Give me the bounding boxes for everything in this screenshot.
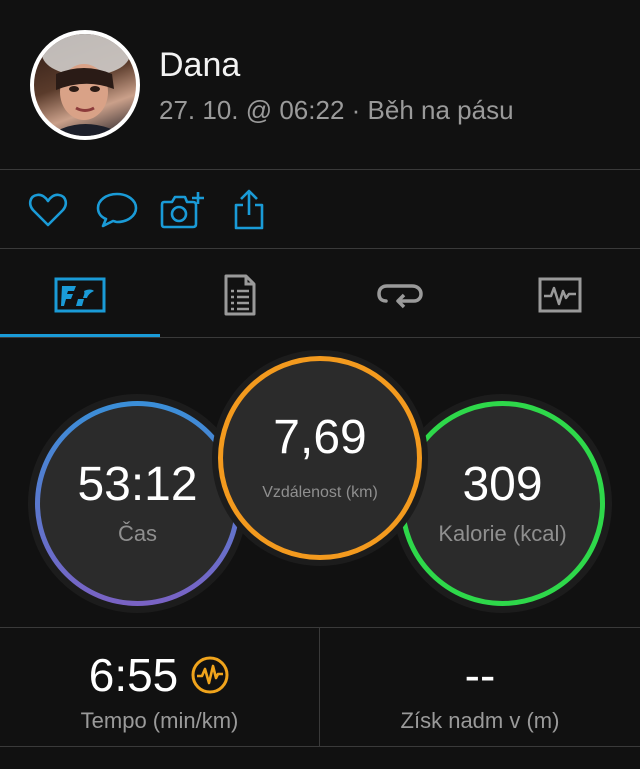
time-circle: 53:12 Čas: [35, 401, 240, 606]
elevation-value: --: [464, 649, 496, 701]
elevation-label: Získ nadm v (m): [400, 708, 560, 733]
tab-laps[interactable]: [320, 252, 480, 338]
time-label: Čas: [117, 520, 158, 546]
tab-stats[interactable]: [0, 252, 160, 338]
calories-value: 309: [462, 457, 543, 511]
like-button[interactable]: [25, 187, 71, 233]
divider: [0, 248, 640, 249]
divider: [0, 337, 640, 338]
pace-label: Tempo (min/km): [80, 708, 239, 733]
comment-button[interactable]: [94, 187, 140, 233]
tab-details[interactable]: [160, 252, 320, 338]
elevation-stat[interactable]: -- Získ nadm v (m): [320, 628, 640, 746]
avatar-photo: [34, 34, 136, 136]
avatar[interactable]: [30, 30, 140, 140]
activity-meta: 27. 10. @ 06:22 · Běh na pásu: [159, 95, 514, 125]
heart-icon: [28, 193, 68, 227]
tab-charts[interactable]: [480, 252, 640, 338]
pace-activity-icon: [191, 656, 229, 694]
calories-circle: 309 Kalorie (kcal): [400, 401, 605, 606]
distance-circle: 7,69 Vzdálenost (km): [218, 356, 422, 560]
laps-repeat-icon: [377, 284, 423, 309]
user-name[interactable]: Dana: [159, 46, 240, 85]
add-photo-button[interactable]: [160, 187, 206, 233]
share-button[interactable]: [226, 187, 272, 233]
share-icon: [234, 189, 264, 230]
distance-value: 7,69: [273, 411, 367, 464]
pace-value: 6:55: [88, 649, 179, 701]
stats-tab-icon: [54, 277, 106, 313]
distance-label: Vzdálenost (km): [262, 484, 378, 501]
calories-label: Kalorie (kcal): [438, 520, 567, 546]
time-value: 53:12: [77, 457, 198, 511]
add-photo-icon: [160, 192, 204, 229]
divider: [0, 746, 640, 747]
pace-stat[interactable]: 6:55 Tempo (min/km): [0, 628, 319, 746]
divider: [0, 169, 640, 170]
details-tab-icon: [224, 274, 256, 316]
comment-icon: [96, 192, 138, 228]
chart-icon: [538, 277, 582, 313]
